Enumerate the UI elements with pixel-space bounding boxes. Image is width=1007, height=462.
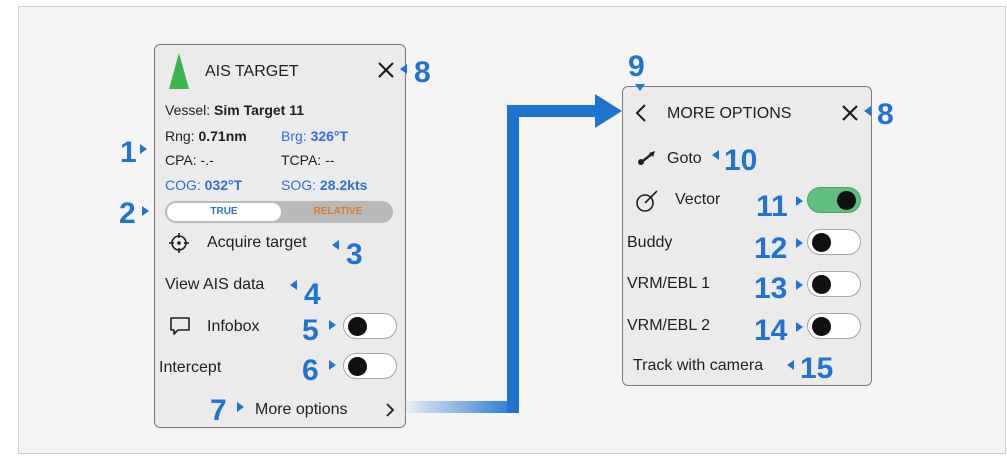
toggle-knob [348,317,367,336]
acquire-target-item[interactable]: Acquire target [207,234,307,252]
tcpa-row: TCPA: -- [281,152,334,168]
callout-15: 15 [800,352,834,385]
cpa-value: -.- [200,152,214,168]
callout-13: 13 [754,272,788,305]
callout-pointer [796,238,803,248]
callout-4: 4 [304,278,321,311]
chevron-right-icon[interactable] [385,403,395,417]
callout-pointer [796,322,803,332]
callout-pointer [332,240,339,250]
true-relative-toggle[interactable]: TRUE RELATIVE [165,201,393,223]
callout-pointer [864,106,871,116]
callout-10: 10 [724,144,758,177]
buddy-toggle[interactable] [807,229,861,255]
sog-value: 28.2kts [319,177,368,193]
more-options-panel: MORE OPTIONS Goto Vector Buddy VRM/EBL 1… [622,86,872,386]
callout-1: 1 [120,136,137,169]
intercept-label: Intercept [159,359,222,376]
callout-6: 6 [302,354,319,387]
vessel-name: Sim Target 11 [214,102,305,118]
more-options-title: MORE OPTIONS [667,105,792,122]
toggle-knob [348,357,367,376]
vessel-triangle-icon [169,53,189,89]
callout-9: 9 [628,50,645,83]
brg-row: Brg: 326°T [281,128,348,144]
cog-row: COG: 032°T [165,177,242,193]
callout-pointer [635,84,645,91]
ais-target-panel: AIS TARGET Vessel: Sim Target 11 Rng: 0.… [154,44,406,428]
cog-label: COG: [165,177,201,193]
toggle-knob [812,233,831,252]
callout-11: 11 [756,190,788,223]
infobox-toggle[interactable] [343,313,397,339]
ais-panel-title: AIS TARGET [205,63,299,80]
callout-pointer [329,320,336,330]
callout-3: 3 [346,238,363,271]
callout-pointer [796,196,803,206]
goto-icon [638,151,655,165]
sog-label: SOG: [281,177,317,193]
callout-pointer [237,402,244,412]
rng-label: Rng: [165,128,195,144]
vrm-ebl-1-label: VRM/EBL 1 [627,275,710,292]
buddy-label: Buddy [627,234,673,251]
vrm-ebl-1-toggle[interactable] [807,271,861,297]
callout-pointer [329,360,336,370]
track-with-camera-item[interactable]: Track with camera [633,357,763,375]
toggle-knob [812,275,831,294]
callout-pointer [796,280,803,290]
callout-pointer [140,144,147,154]
callout-pointer [400,64,407,74]
vector-toggle[interactable] [807,187,861,213]
tcpa-value: -- [325,152,335,168]
close-icon[interactable] [841,104,859,122]
cpa-label: CPA: [165,152,197,168]
mode-true-option[interactable]: TRUE [167,203,281,221]
brg-value: 326°T [310,128,349,144]
sog-row: SOG: 28.2kts [281,177,367,193]
more-options-item[interactable]: More options [255,401,348,419]
vessel-row: Vessel: Sim Target 11 [165,102,304,118]
infobox-label: Infobox [207,318,260,335]
toggle-knob [837,191,856,210]
cog-value: 032°T [204,177,243,193]
callout-pointer [142,206,149,216]
goto-item[interactable]: Goto [667,150,702,168]
callout-pointer [290,280,297,290]
rng-value: 0.71nm [198,128,247,144]
callout-12: 12 [754,232,788,265]
toggle-knob [812,317,831,336]
brg-label: Brg: [281,128,307,144]
callout-7: 7 [210,394,227,427]
intercept-toggle[interactable] [343,353,397,379]
vector-icon [636,190,658,212]
callout-14: 14 [754,314,788,347]
vector-label: Vector [675,191,721,208]
tcpa-label: TCPA: [281,152,322,168]
crosshair-icon [169,233,189,253]
callout-pointer [712,150,719,160]
callout-5: 5 [302,314,319,347]
vessel-label: Vessel: [165,102,211,118]
callout-8-ais: 8 [414,56,431,89]
callout-8-more: 8 [877,98,894,131]
infobox-icon [170,317,190,335]
vrm-ebl-2-label: VRM/EBL 2 [627,317,710,334]
vrm-ebl-2-toggle[interactable] [807,313,861,339]
back-chevron-icon[interactable] [635,104,647,122]
view-ais-data-item[interactable]: View AIS data [165,276,264,294]
close-icon[interactable] [377,61,395,79]
callout-pointer [787,360,794,370]
cpa-row: CPA: -.- [165,152,214,168]
rng-row: Rng: 0.71nm [165,128,247,144]
callout-2: 2 [119,197,136,230]
mode-relative-option[interactable]: RELATIVE [285,203,391,221]
